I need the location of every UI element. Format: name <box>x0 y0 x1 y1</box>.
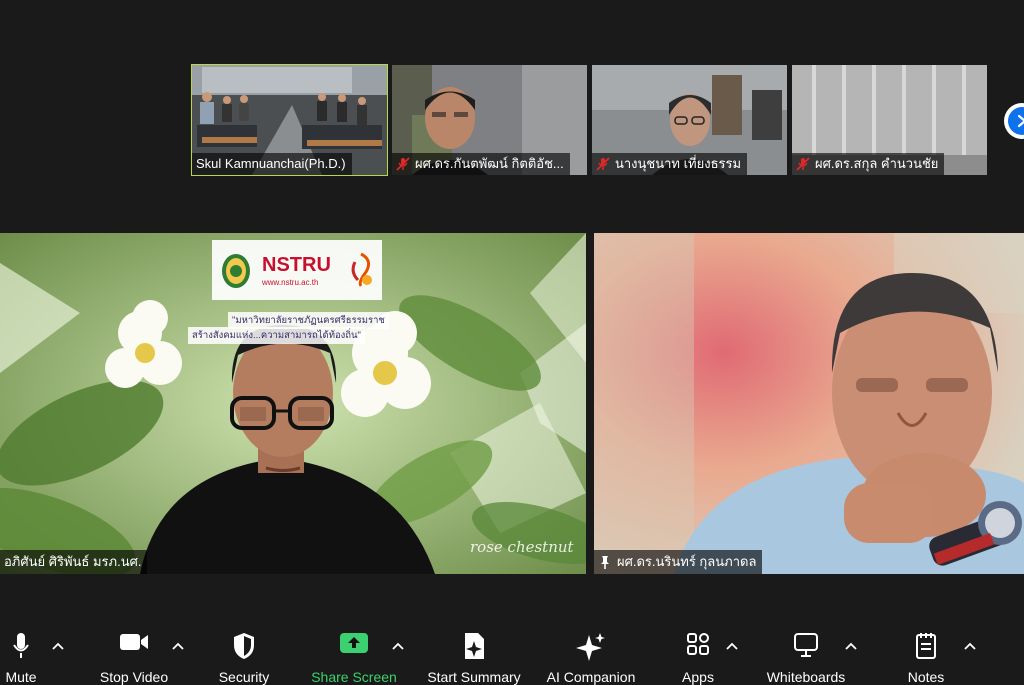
participant-name: ผศ.ดร.นรินทร์ กุลนภาดล <box>617 554 757 569</box>
muted-microphone-icon <box>796 157 810 171</box>
notes-button[interactable]: Notes <box>902 620 950 685</box>
muted-microphone-icon <box>396 157 410 171</box>
background-script-text: rose chestnut <box>470 538 574 556</box>
participant-name-tag: ผศ.ดร.สกุล คำนวนชัย <box>792 153 945 175</box>
participant-name: ผศ.ดร.สกุล คำนวนชัย <box>815 156 939 171</box>
microphone-icon <box>13 633 29 658</box>
chevron-up-icon[interactable] <box>392 642 404 650</box>
chevron-up-icon[interactable] <box>964 642 976 650</box>
chevron-up-icon[interactable] <box>52 642 64 650</box>
nstru-logo-url: www.nstru.ac.th <box>262 278 319 287</box>
anniversary-logo-icon <box>351 252 372 287</box>
video-camera-icon <box>120 634 148 650</box>
participant-name-tag: นางนุชนาท เที่ยงธรรม <box>592 153 748 175</box>
stop-video-button[interactable]: Stop Video <box>92 620 176 685</box>
participant-name-tag: ผศ.ดร.กันตพัฒน์ กิตติอัช... <box>392 153 570 175</box>
whiteboards-button[interactable]: Whiteboards <box>762 620 850 685</box>
start-summary-button[interactable]: Start Summary <box>420 620 528 685</box>
pinned-video-tile[interactable]: ผศ.ดร.นรินทร์ กุลนภาดล <box>594 233 1024 574</box>
participant-video <box>594 233 1024 574</box>
university-seal-icon <box>222 254 250 288</box>
chevron-up-icon[interactable] <box>726 642 738 650</box>
participant-name: นางนุชนาท เที่ยงธรรม <box>615 156 742 171</box>
summary-icon <box>465 633 484 659</box>
apps-icon <box>687 633 709 655</box>
participant-thumbnail[interactable]: นางนุชนาท เที่ยงธรรม <box>592 65 787 175</box>
shield-icon <box>234 633 254 659</box>
participant-name: อภิศันย์ ศิริพันธ์ มรภ.นศ. <box>4 554 142 569</box>
share-screen-icon <box>340 633 368 653</box>
ai-companion-button[interactable]: AI Companion <box>540 620 642 685</box>
muted-microphone-icon <box>596 157 610 171</box>
participant-thumbnail[interactable]: ผศ.ดร.กันตพัฒน์ กิตติอัช... <box>392 65 587 175</box>
chevron-up-icon[interactable] <box>845 642 857 650</box>
chevron-up-icon[interactable] <box>172 642 184 650</box>
security-button[interactable]: Security <box>208 620 280 685</box>
participant-name: Skul Kamnuanchai(Ph.D.) <box>196 156 346 171</box>
next-page-button[interactable] <box>1004 103 1024 139</box>
apps-button[interactable]: Apps <box>676 620 720 685</box>
whiteboard-icon <box>794 633 818 657</box>
slogan-line-2: สร้างสังคมแห่ง...ความสามารถได้ท้องถิ่น" <box>188 327 365 344</box>
participant-name: ผศ.ดร.กันตพัฒน์ กิตติอัช... <box>415 156 564 171</box>
participant-thumbnail[interactable]: ผศ.ดร.สกุล คำนวนชัย <box>792 65 987 175</box>
participant-name-tag: อภิศันย์ ศิริพันธ์ มรภ.นศ. <box>0 550 148 574</box>
nstru-logo-banner: NSTRU www.nstru.ac.th <box>212 240 382 300</box>
nstru-logo-text: NSTRU <box>262 254 331 276</box>
notes-icon <box>916 633 936 659</box>
participant-name-tag: Skul Kamnuanchai(Ph.D.) <box>192 153 352 175</box>
participant-thumbnail[interactable]: Skul Kamnuanchai(Ph.D.) <box>191 64 388 176</box>
pin-icon <box>601 556 609 569</box>
speaker-video-tile[interactable]: NSTRU www.nstru.ac.th "มหาวิทยาลัยราชภัฏ… <box>0 233 586 574</box>
chevron-right-icon <box>1008 107 1024 135</box>
share-screen-button[interactable]: Share Screen <box>306 620 402 685</box>
participant-name-tag: ผศ.ดร.นรินทร์ กุลนภาดล <box>594 550 763 574</box>
mute-button[interactable]: Mute <box>0 620 42 685</box>
meeting-toolbar: Mute Stop Video Security Share Screen St… <box>0 620 1024 685</box>
sparkle-icon <box>576 633 605 661</box>
